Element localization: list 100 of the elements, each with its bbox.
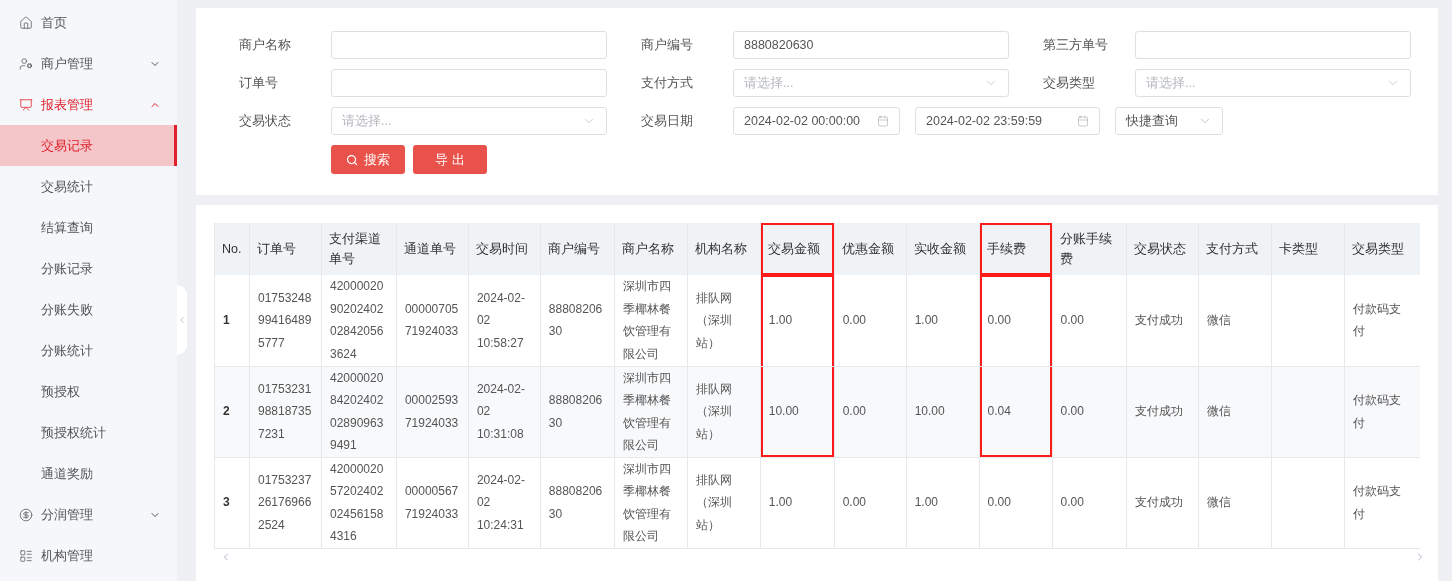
column-header: 分账手续费: [1052, 223, 1126, 275]
column-header: 支付方式: [1199, 223, 1272, 275]
field-label: 商户编号: [641, 36, 694, 54]
table-cell: 1.00: [906, 275, 980, 366]
column-header: 卡类型: [1271, 223, 1345, 275]
column-header: 交易金额: [760, 223, 835, 275]
field-label: 交易日期: [641, 112, 694, 130]
table-cell: 0000070571924033: [396, 275, 469, 366]
table-cell: 0.00: [979, 457, 1053, 548]
menu-icon: [19, 507, 33, 522]
table-cell: 2024-02-02 10:31:08: [468, 366, 541, 457]
table-cell: 4200002057202402024561584316: [321, 457, 397, 548]
column-header: No.: [214, 223, 250, 275]
sidebar-subitem[interactable]: 预授权: [0, 371, 177, 412]
date-field[interactable]: 2024-02-02 23:59:59: [915, 107, 1100, 135]
table-cell: 1.00: [760, 275, 835, 366]
field-label: 订单号: [239, 74, 279, 92]
table-cell: 0.00: [979, 275, 1053, 366]
field-label: 商户名称: [239, 36, 292, 54]
menu-icon: [19, 15, 33, 30]
table-cell: 付款码支付: [1344, 457, 1420, 548]
table-cell: 8880820630: [540, 275, 615, 366]
table-cell: 排队网（深圳站）: [687, 275, 761, 366]
sidebar-item[interactable]: 商户管理: [0, 43, 177, 84]
table-cell: 支付成功: [1126, 457, 1199, 548]
table-cell: 01753248994164895777: [249, 275, 322, 366]
table-cell: 0.00: [834, 366, 907, 457]
sidebar-subitem[interactable]: 结算查询: [0, 207, 177, 248]
table-cell: 付款码支付: [1344, 275, 1420, 366]
table-cell: 01753231988187357231: [249, 366, 322, 457]
table-cell: 1.00: [906, 457, 980, 548]
input-field[interactable]: [1135, 31, 1411, 59]
table-cell: 2024-02-02 10:58:27: [468, 275, 541, 366]
column-header: 交易类型: [1344, 223, 1420, 275]
column-header: 订单号: [249, 223, 322, 275]
table-cell: 1.00: [760, 457, 835, 548]
table-cell: 0.00: [834, 457, 907, 548]
field-label: 支付方式: [641, 74, 694, 92]
sidebar-subitem[interactable]: 分账失败: [0, 289, 177, 330]
table-cell: 微信: [1199, 457, 1272, 548]
sidebar-item[interactable]: 报表管理: [0, 84, 177, 125]
table-cell: 01753237261769662524: [249, 457, 322, 548]
table-cell: 8880820630: [540, 457, 615, 548]
date-field[interactable]: 2024-02-02 00:00:00: [733, 107, 900, 135]
sidebar-item[interactable]: 机构管理: [0, 535, 177, 576]
table-cell: 4200002090202402028420563624: [321, 275, 397, 366]
input-field[interactable]: [331, 31, 607, 59]
input-field[interactable]: [331, 69, 607, 97]
menu-icon: [19, 97, 33, 112]
chevron-left-icon: [177, 315, 187, 325]
table-cell: 深圳市四季椰林餐饮管理有限公司: [614, 366, 688, 457]
sidebar-subitem[interactable]: 交易统计: [0, 166, 177, 207]
sidebar-subitem[interactable]: 通道奖励: [0, 453, 177, 494]
field-label: 交易类型: [1043, 74, 1096, 92]
column-header: 手续费: [979, 223, 1053, 275]
sidebar-item[interactable]: 首页: [0, 2, 177, 43]
calendar-icon: [1077, 115, 1089, 127]
table-cell: 支付成功: [1126, 275, 1199, 366]
column-header: 交易状态: [1126, 223, 1199, 275]
sidebar-subitem[interactable]: 预授权统计: [0, 412, 177, 453]
field-label: 第三方单号: [1043, 36, 1109, 54]
table-cell: 深圳市四季椰林餐饮管理有限公司: [614, 275, 688, 366]
table-cell: 8880820630: [540, 366, 615, 457]
menu-icon: [19, 56, 33, 71]
search-button[interactable]: 搜索: [331, 145, 405, 174]
calendar-icon: [877, 115, 889, 127]
field-label: 交易状态: [239, 112, 292, 130]
menu-icon: [19, 548, 33, 563]
table-cell: 微信: [1199, 366, 1272, 457]
input-field[interactable]: 8880820630: [733, 31, 1009, 59]
table-cell: 0.00: [1052, 366, 1126, 457]
table-cell: 0.00: [1052, 275, 1126, 366]
sidebar-item[interactable]: 分润管理: [0, 494, 177, 535]
collapse-handle[interactable]: [177, 285, 187, 355]
table-cell: 排队网（深圳站）: [687, 366, 761, 457]
column-header: 交易时间: [468, 223, 541, 275]
table-cell: 排队网（深圳站）: [687, 457, 761, 548]
table-cell: 0000259371924033: [396, 366, 469, 457]
table-cell: 1: [214, 275, 250, 366]
table-cell: 支付成功: [1126, 366, 1199, 457]
table-cell: 深圳市四季椰林餐饮管理有限公司: [614, 457, 688, 548]
table-cell: 3: [214, 457, 250, 548]
sidebar-subitem[interactable]: 分账记录: [0, 248, 177, 289]
table-cell: 4200002084202402028909639491: [321, 366, 397, 457]
table-cell: 10.00: [760, 366, 835, 457]
table-cell: 2: [214, 366, 250, 457]
column-header: 实收金额: [906, 223, 980, 275]
column-header: 通道单号: [396, 223, 469, 275]
select-field[interactable]: 快捷查询: [1115, 107, 1223, 135]
table-cell: 0000056771924033: [396, 457, 469, 548]
column-header: 机构名称: [687, 223, 761, 275]
table-cell: 0.00: [834, 275, 907, 366]
export-button[interactable]: 导 出: [413, 145, 487, 174]
table-cell: 付款码支付: [1344, 366, 1420, 457]
column-header: 支付渠道单号: [321, 223, 397, 275]
search-icon: [346, 153, 358, 166]
table-cell: 0.04: [979, 366, 1053, 457]
sidebar-subitem[interactable]: 分账统计: [0, 330, 177, 371]
table-cell: 10.00: [906, 366, 980, 457]
column-header: 商户编号: [540, 223, 615, 275]
